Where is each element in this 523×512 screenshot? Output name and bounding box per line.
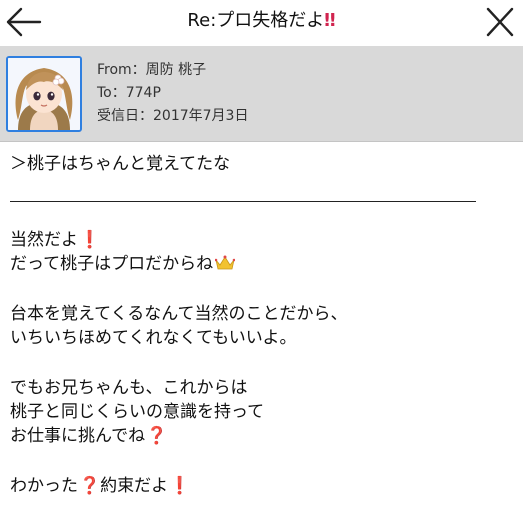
crown-icon	[215, 255, 236, 270]
double-exclamation-icon: ‼	[324, 10, 336, 31]
message-line-text: でもお兄ちゃんも、これからは	[10, 378, 248, 398]
message-line: だって桃子はプロだからね	[10, 252, 515, 276]
question-icon: ❓	[79, 476, 101, 496]
message-body: ＞桃子はちゃんと覚えてたな 当然だよ❗ だって桃子はプロだからね 台本を覚えてく…	[10, 152, 515, 498]
message-title: Re:プロ失格だよ‼	[60, 9, 463, 33]
sender-field: From：周防 桃子	[97, 62, 207, 78]
message-line-text: だって桃子はプロだからね	[10, 254, 214, 274]
recipient-field: To：774P	[97, 85, 161, 101]
quote-divider	[10, 201, 476, 202]
message-line-text: 約束だよ	[100, 476, 169, 496]
message-line: 桃子と同じくらいの意識を持って	[10, 400, 515, 424]
question-icon: ❓	[146, 426, 168, 446]
message-line: いちいちほめてくれなくてもいいよ。	[10, 326, 515, 350]
message-line: 台本を覚えてくるなんて当然のことだから、	[10, 302, 515, 326]
message-line-text: お仕事に挑んでね	[10, 426, 146, 446]
received-date: 受信日：2017年7月3日	[97, 108, 249, 124]
exclamation-icon: ❗	[79, 230, 101, 250]
message-meta: From：周防 桃子 To：774P 受信日：2017年7月3日	[97, 59, 248, 128]
quoted-text: ＞桃子はちゃんと覚えてたな	[10, 154, 231, 174]
message-line-text: 当然だよ	[10, 230, 78, 250]
message-line-text: 台本を覚えてくるなんて当然のことだから、	[10, 304, 348, 324]
message-line: お仕事に挑んでね❓	[10, 424, 515, 448]
back-arrow-icon[interactable]	[4, 4, 42, 40]
close-icon[interactable]	[481, 4, 519, 40]
message-line: わかった❓約束だよ❗	[10, 474, 515, 498]
sender-avatar	[6, 56, 82, 132]
message-header: From：周防 桃子 To：774P 受信日：2017年7月3日	[0, 46, 523, 142]
title-subject: プロ失格だよ	[216, 10, 325, 31]
message-line-text: わかった	[10, 476, 78, 496]
message-line: 当然だよ❗	[10, 228, 515, 252]
title-prefix: Re:	[187, 10, 217, 31]
message-line-text: いちいちほめてくれなくてもいいよ。	[10, 328, 297, 348]
message-line-text: 桃子と同じくらいの意識を持って	[10, 402, 265, 422]
message-line: でもお兄ちゃんも、これからは	[10, 376, 515, 400]
title-bar: Re:プロ失格だよ‼	[0, 0, 523, 46]
exclamation-icon: ❗	[169, 476, 191, 496]
